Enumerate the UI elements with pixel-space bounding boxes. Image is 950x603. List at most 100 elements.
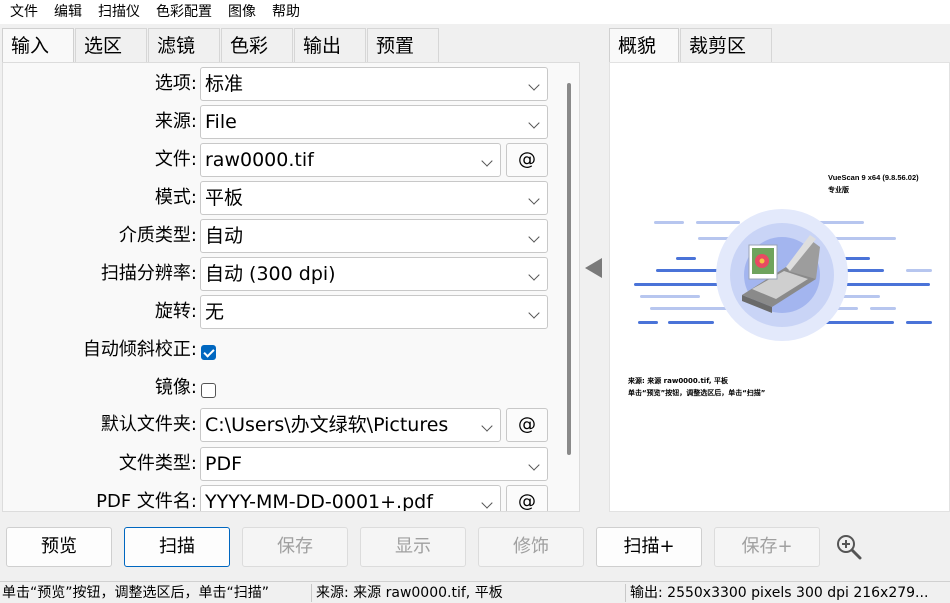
chevron-down-icon bbox=[528, 307, 540, 319]
display-button[interactable]: 显示 bbox=[360, 527, 466, 567]
mirror-checkbox[interactable] bbox=[201, 383, 216, 398]
mode-value: 平板 bbox=[205, 187, 244, 209]
file-select[interactable]: raw0000.tif bbox=[200, 143, 501, 177]
mode-row: 模式: 平板 bbox=[3, 181, 563, 215]
retouch-button[interactable]: 修饰 bbox=[478, 527, 584, 567]
left-tab-bar: 输入 选区 滤镜 色彩 输出 预置 bbox=[2, 28, 440, 62]
pdf-name-browse-button[interactable]: @ bbox=[506, 485, 548, 511]
media-value: 自动 bbox=[205, 225, 244, 247]
chevron-down-icon bbox=[528, 459, 540, 471]
options-row: 选项: 标准 bbox=[3, 67, 563, 101]
product-version-text: VueScan 9 x64 (9.8.56.02) bbox=[828, 173, 919, 182]
chevron-down-icon bbox=[481, 420, 493, 432]
default-folder-label: 默认文件夹: bbox=[100, 414, 197, 435]
source-value: File bbox=[205, 111, 237, 133]
menu-color-profile[interactable]: 色彩配置 bbox=[148, 0, 220, 24]
menu-help[interactable]: 帮助 bbox=[264, 0, 308, 24]
mirror-label: 镜像: bbox=[154, 377, 197, 398]
menu-file[interactable]: 文件 bbox=[2, 0, 46, 24]
preview-button[interactable]: 预览 bbox=[6, 527, 112, 567]
chevron-down-icon bbox=[481, 497, 493, 509]
settings-scrollbar[interactable] bbox=[567, 83, 571, 455]
resolution-select[interactable]: 自动 (300 dpi) bbox=[200, 257, 548, 291]
preview-illustration: VueScan 9 x64 (9.8.56.02) 专业版 来源: 来源 raw… bbox=[627, 173, 932, 397]
tab-crop[interactable]: 选区 bbox=[75, 28, 147, 62]
file-browse-button[interactable]: @ bbox=[506, 143, 548, 177]
resolution-label: 扫描分辨率: bbox=[100, 263, 197, 284]
scanner-icon bbox=[716, 209, 848, 341]
scan-button[interactable]: 扫描 bbox=[124, 527, 230, 567]
save-button[interactable]: 保存 bbox=[242, 527, 348, 567]
chevron-down-icon bbox=[528, 79, 540, 91]
media-select[interactable]: 自动 bbox=[200, 219, 548, 253]
tab-input[interactable]: 输入 bbox=[2, 28, 74, 62]
file-type-value: PDF bbox=[205, 453, 243, 475]
status-bar: 单击“预览”按钮，调整选区后，单击“扫描” 来源: 来源 raw0000.tif… bbox=[0, 581, 950, 603]
auto-deskew-checkbox[interactable] bbox=[201, 345, 216, 360]
right-tab-bar: 概貌 裁剪区域 bbox=[609, 28, 773, 91]
default-folder-select[interactable]: C:\Users\办文绿软\Pictures bbox=[200, 408, 501, 442]
auto-deskew-label: 自动倾斜校正: bbox=[82, 339, 197, 360]
pdf-name-label: PDF 文件名: bbox=[96, 491, 197, 512]
source-select[interactable]: File bbox=[200, 105, 548, 139]
rotation-label: 旋转: bbox=[154, 301, 197, 322]
rotation-value: 无 bbox=[205, 301, 225, 323]
status-divider bbox=[311, 584, 312, 602]
file-value: raw0000.tif bbox=[205, 149, 314, 171]
rotation-row: 旋转: 无 bbox=[3, 295, 563, 329]
options-select[interactable]: 标准 bbox=[200, 67, 548, 101]
preview-hint-text: 单击“预览”按钮，调整选区后，单击“扫描” bbox=[628, 388, 765, 397]
file-type-select[interactable]: PDF bbox=[200, 447, 548, 481]
options-label: 选项: bbox=[154, 73, 197, 94]
status-divider bbox=[625, 584, 626, 602]
file-type-label: 文件类型: bbox=[118, 453, 197, 474]
status-output: 输出: 2550x3300 pixels 300 dpi 216x279... bbox=[630, 585, 929, 601]
resolution-row: 扫描分辨率: 自动 (300 dpi) bbox=[3, 257, 563, 291]
status-hint: 单击“预览”按钮，调整选区后，单击“扫描” bbox=[2, 585, 270, 601]
source-label: 来源: bbox=[154, 111, 197, 132]
pdf-name-row: PDF 文件名: YYYY-MM-DD-0001+.pdf @ bbox=[3, 485, 563, 512]
tab-output[interactable]: 输出 bbox=[294, 28, 366, 62]
rotation-select[interactable]: 无 bbox=[200, 295, 548, 329]
default-folder-value: C:\Users\办文绿软\Pictures bbox=[205, 414, 449, 436]
pdf-name-value: YYYY-MM-DD-0001+.pdf bbox=[205, 491, 433, 512]
folder-browse-button[interactable]: @ bbox=[506, 408, 548, 442]
edition-text: 专业版 bbox=[828, 185, 849, 194]
menu-image[interactable]: 图像 bbox=[220, 0, 264, 24]
resolution-value: 自动 (300 dpi) bbox=[205, 263, 336, 285]
mode-label: 模式: bbox=[154, 187, 197, 208]
mirror-row: 镜像: bbox=[3, 371, 563, 405]
tab-overview[interactable]: 概貌 bbox=[609, 28, 679, 62]
file-row: 文件: raw0000.tif @ bbox=[3, 143, 563, 177]
tab-filter[interactable]: 滤镜 bbox=[148, 28, 220, 62]
settings-panel: 选项: 标准 来源: File 文件: raw0000.tif @ 模式: 平板… bbox=[2, 62, 580, 512]
save-plus-button[interactable]: 保存+ bbox=[714, 527, 820, 567]
media-label: 介质类型: bbox=[118, 225, 197, 246]
preview-source-text: 来源: 来源 raw0000.tif, 平板 bbox=[627, 376, 729, 385]
menu-edit[interactable]: 编辑 bbox=[46, 0, 90, 24]
menu-scanner[interactable]: 扫描仪 bbox=[90, 0, 148, 24]
status-source: 来源: 来源 raw0000.tif, 平板 bbox=[316, 585, 503, 601]
chevron-down-icon bbox=[528, 231, 540, 243]
chevron-down-icon bbox=[528, 117, 540, 129]
chevron-down-icon bbox=[481, 155, 493, 167]
tab-prefs[interactable]: 预置 bbox=[367, 28, 439, 62]
media-row: 介质类型: 自动 bbox=[3, 219, 563, 253]
preview-panel: VueScan 9 x64 (9.8.56.02) 专业版 来源: 来源 raw… bbox=[609, 62, 950, 512]
tab-crop-area[interactable]: 裁剪区域 bbox=[680, 28, 772, 91]
chevron-down-icon bbox=[528, 269, 540, 281]
file-type-row: 文件类型: PDF bbox=[3, 447, 563, 481]
options-value: 标准 bbox=[205, 73, 244, 95]
zoom-in-icon[interactable] bbox=[836, 534, 862, 560]
scan-plus-button[interactable]: 扫描+ bbox=[596, 527, 702, 567]
tab-color[interactable]: 色彩 bbox=[221, 28, 293, 62]
chevron-down-icon bbox=[528, 193, 540, 205]
source-row: 来源: File bbox=[3, 105, 563, 139]
menu-bar: 文件 编辑 扫描仪 色彩配置 图像 帮助 bbox=[0, 0, 950, 24]
mode-select[interactable]: 平板 bbox=[200, 181, 548, 215]
pdf-name-select[interactable]: YYYY-MM-DD-0001+.pdf bbox=[200, 485, 501, 512]
default-folder-row: 默认文件夹: C:\Users\办文绿软\Pictures @ bbox=[3, 408, 563, 442]
collapse-panel-arrow-icon[interactable] bbox=[585, 258, 602, 278]
file-label: 文件: bbox=[154, 149, 197, 170]
auto-deskew-row: 自动倾斜校正: bbox=[3, 333, 563, 367]
